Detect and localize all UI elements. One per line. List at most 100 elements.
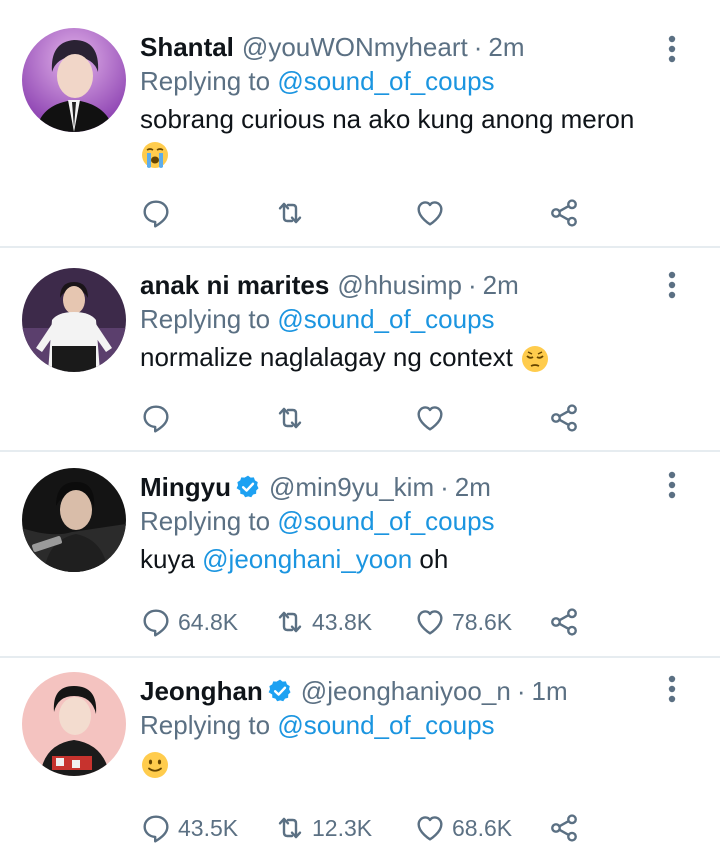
tweet-item[interactable]: Mingyu @min9yu_kim · 2m Replying to @sou…	[0, 452, 720, 658]
tweet-text: kuya @jeonghani_yoon oh	[140, 542, 660, 576]
reply-button[interactable]: 64.8K	[140, 602, 238, 642]
avatar[interactable]	[22, 28, 126, 132]
user-handle[interactable]: @hhusimp	[337, 268, 462, 302]
more-options-button[interactable]	[666, 674, 678, 704]
replying-to: Replying to @sound_of_coups	[140, 302, 660, 336]
more-options-button[interactable]	[666, 270, 678, 300]
verified-badge-icon	[235, 474, 261, 500]
share-icon	[548, 402, 580, 434]
share-button[interactable]	[548, 193, 580, 233]
share-button[interactable]	[548, 602, 580, 642]
timestamp[interactable]: 2m	[488, 30, 524, 64]
reply-button[interactable]	[140, 398, 172, 438]
reply-button[interactable]	[140, 193, 172, 233]
display-name[interactable]: anak ni marites	[140, 268, 329, 302]
replying-to: Replying to @sound_of_coups	[140, 64, 660, 98]
like-count: 68.6K	[452, 814, 513, 841]
retweet-count: 43.8K	[312, 608, 373, 635]
user-handle[interactable]: @jeonghaniyoo_n	[301, 674, 511, 708]
avatar[interactable]	[22, 672, 126, 776]
replying-to: Replying to @sound_of_coups	[140, 504, 660, 538]
retweet-button[interactable]: 12.3K	[274, 808, 372, 848]
slightly-smiling-face-icon	[142, 752, 168, 779]
display-name[interactable]: Mingyu	[140, 470, 231, 504]
like-count: 78.6K	[452, 608, 513, 635]
tweet-header: Mingyu @min9yu_kim · 2m	[140, 470, 660, 504]
replying-to-label: Replying to	[140, 506, 271, 536]
like-button[interactable]	[414, 193, 446, 233]
tweet-header: anak ni marites @hhusimp · 2m	[140, 268, 660, 302]
reply-icon	[140, 197, 172, 229]
tweet-actions: 64.8K 43.8K 78.6K	[140, 602, 720, 642]
tweet-actions	[140, 398, 720, 438]
like-icon	[414, 606, 446, 638]
replying-to-label: Replying to	[140, 304, 271, 334]
tweet-content: Shantal @youWONmyheart · 2m Replying to …	[140, 30, 660, 170]
more-icon	[666, 34, 678, 64]
timestamp[interactable]: 1m	[531, 674, 567, 708]
share-button[interactable]	[548, 398, 580, 438]
retweet-button[interactable]	[274, 398, 306, 438]
timestamp[interactable]: 2m	[483, 268, 519, 302]
tweet-actions: 43.5K 12.3K 68.6K	[140, 808, 720, 848]
more-options-button[interactable]	[666, 470, 678, 500]
replying-to-handle[interactable]: @sound_of_coups	[277, 506, 494, 536]
tweet-item[interactable]: Shantal @youWONmyheart · 2m Replying to …	[0, 0, 720, 248]
timestamp[interactable]: 2m	[455, 470, 491, 504]
display-name[interactable]: Shantal	[140, 30, 234, 64]
share-button[interactable]	[548, 808, 580, 848]
replying-to-label: Replying to	[140, 66, 271, 96]
tweet-text: sobrang curious na ako kung anong meron	[140, 102, 660, 136]
retweet-button[interactable]: 43.8K	[274, 602, 372, 642]
reply-button[interactable]: 43.5K	[140, 808, 238, 848]
replying-to-handle[interactable]: @sound_of_coups	[277, 66, 494, 96]
like-button[interactable]	[414, 398, 446, 438]
replying-to-handle[interactable]: @sound_of_coups	[277, 710, 494, 740]
tweet-content: Jeonghan @jeonghaniyoo_n · 1m Replying t…	[140, 674, 660, 780]
more-icon	[666, 270, 678, 300]
separator-dot: ·	[473, 32, 483, 62]
separator-dot: ·	[516, 676, 526, 706]
avatar[interactable]	[22, 268, 126, 372]
retweet-icon	[274, 606, 306, 638]
more-icon	[666, 674, 678, 704]
retweet-icon	[274, 197, 306, 229]
like-button[interactable]: 78.6K	[414, 602, 512, 642]
user-handle[interactable]: @min9yu_kim	[269, 470, 434, 504]
replying-to-handle[interactable]: @sound_of_coups	[277, 304, 494, 334]
more-icon	[666, 470, 678, 500]
tweet-text	[140, 746, 660, 780]
tweet-content: Mingyu @min9yu_kim · 2m Replying to @sou…	[140, 470, 660, 576]
timeline-feed: Shantal @youWONmyheart · 2m Replying to …	[0, 0, 720, 855]
separator-dot: ·	[440, 472, 449, 502]
user-handle[interactable]: @youWONmyheart	[242, 30, 468, 64]
retweet-button[interactable]	[274, 193, 306, 233]
tweet-text-body: kuya	[140, 544, 195, 574]
more-options-button[interactable]	[666, 34, 678, 64]
reply-icon	[140, 606, 172, 638]
avatar[interactable]	[22, 468, 126, 572]
separator-dot: ·	[467, 270, 477, 300]
tweet-mention-link[interactable]: @jeonghani_yoon	[202, 544, 412, 574]
replying-to-label: Replying to	[140, 710, 271, 740]
tweet-header: Shantal @youWONmyheart · 2m	[140, 30, 660, 64]
tweet-text-body: sobrang curious na ako kung anong meron	[140, 104, 635, 134]
like-button[interactable]: 68.6K	[414, 808, 512, 848]
like-icon	[414, 197, 446, 229]
verified-badge-icon	[267, 678, 293, 704]
tweet-text-body: normalize naglalagay ng context	[140, 342, 513, 372]
tweet-item[interactable]: Jeonghan @jeonghaniyoo_n · 1m Replying t…	[0, 658, 720, 855]
retweet-icon	[274, 402, 306, 434]
reply-count: 43.5K	[178, 814, 239, 841]
retweet-icon	[274, 812, 306, 844]
tweet-item[interactable]: anak ni marites @hhusimp · 2m Replying t…	[0, 248, 720, 452]
reply-icon	[140, 812, 172, 844]
retweet-count: 12.3K	[312, 814, 373, 841]
tweet-content: anak ni marites @hhusimp · 2m Replying t…	[140, 268, 660, 374]
loudly-crying-face-icon	[140, 140, 660, 170]
display-name[interactable]: Jeonghan	[140, 674, 263, 708]
pensive-face-icon	[522, 346, 549, 373]
share-icon	[548, 812, 580, 844]
tweet-header: Jeonghan @jeonghaniyoo_n · 1m	[140, 674, 660, 708]
reply-count: 64.8K	[178, 608, 239, 635]
